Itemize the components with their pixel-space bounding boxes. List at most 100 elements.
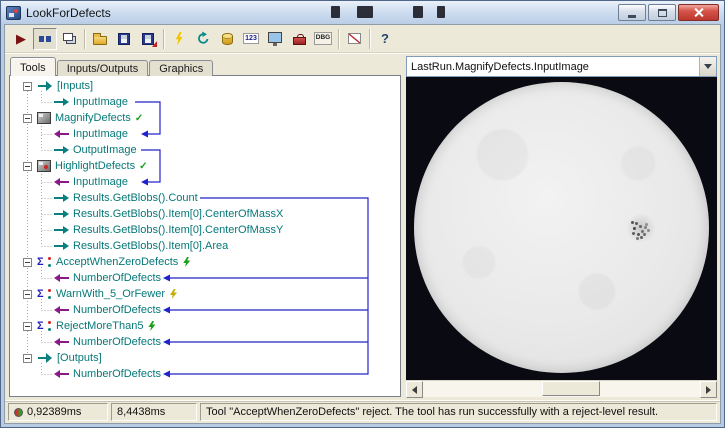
terminal-label: NumberOfDefects <box>73 336 162 348</box>
timer-icon <box>14 407 23 417</box>
scroll-left-button[interactable] <box>406 381 423 398</box>
tree-node-acceptwhenzerodefects[interactable]: Σ AcceptWhenZeroDefects <box>10 254 400 270</box>
output-arrow-icon <box>54 209 69 219</box>
collapse-icon[interactable] <box>23 161 32 171</box>
tree-node-rejectmorethan5[interactable]: Σ RejectMoreThan5 <box>10 318 400 334</box>
tree-node-warnwith5orfewer[interactable]: Σ WarnWith_5_OrFewer <box>10 286 400 302</box>
tab-graphics[interactable]: Graphics <box>149 60 214 76</box>
tree-node-highlightdefects[interactable]: HighlightDefects ✓ <box>10 158 400 174</box>
tab-tools[interactable]: Tools <box>10 57 56 76</box>
input-arrow-icon <box>54 369 69 379</box>
profile-button[interactable] <box>342 28 366 50</box>
title-bar[interactable]: LookForDefects <box>1 1 724 24</box>
combobox-dropdown-button[interactable] <box>699 57 716 76</box>
tree-node-outputs[interactable]: [Outputs] <box>10 350 400 366</box>
show-windows-button[interactable] <box>57 28 81 50</box>
toolbox-icon <box>292 34 306 45</box>
image-tool-icon <box>37 160 51 172</box>
help-button[interactable]: ? <box>373 28 397 50</box>
tree-terminal[interactable]: NumberOfDefects <box>10 270 400 286</box>
numeric-123-icon: 123 <box>243 33 259 44</box>
image-source-combobox[interactable]: LastRun.MagnifyDefects.InputImage <box>406 56 717 77</box>
chevron-down-icon <box>704 64 712 69</box>
tree-terminal[interactable]: NumberOfDefects <box>10 302 400 318</box>
screen-artifact <box>413 6 423 18</box>
tree-terminal[interactable]: Results.GetBlobs().Item[0].CenterOfMassY <box>10 222 400 238</box>
screen-artifact <box>331 6 340 18</box>
collapse-icon[interactable] <box>23 353 32 363</box>
timing-value-2: 8,4438ms <box>117 406 166 418</box>
refresh-button[interactable] <box>191 28 215 50</box>
tree-node-label: [Inputs] <box>57 80 94 92</box>
tree-terminal[interactable]: Results.GetBlobs().Item[0].CenterOfMassX <box>10 206 400 222</box>
terminal-label: InputImage <box>73 176 129 188</box>
save-image-button[interactable] <box>136 28 160 50</box>
output-arrow-icon <box>54 241 69 251</box>
reset-button[interactable] <box>167 28 191 50</box>
screen-artifact <box>357 6 373 18</box>
tree-terminal[interactable]: InputImage <box>10 174 400 190</box>
image-hscrollbar[interactable] <box>406 380 717 398</box>
scrollbar-thumb[interactable] <box>542 381 601 396</box>
save-job-button[interactable] <box>112 28 136 50</box>
terminal-label: NumberOfDefects <box>73 368 162 380</box>
close-icon <box>694 8 703 17</box>
terminal-label: OutputImage <box>73 144 137 156</box>
defect-blob-cluster <box>630 220 634 224</box>
tree-node-label: [Outputs] <box>57 352 102 364</box>
tree-node-label: MagnifyDefects <box>55 112 131 124</box>
database-button[interactable] <box>215 28 239 50</box>
tree-terminal[interactable]: Results.GetBlobs().Item[0].Area <box>10 238 400 254</box>
collapse-icon[interactable] <box>23 321 32 331</box>
lightning-icon <box>175 31 183 46</box>
tab-strip: Tools Inputs/Outputs Graphics <box>9 56 401 76</box>
scroll-left-icon <box>412 385 417 394</box>
tab-inputs-outputs[interactable]: Inputs/Outputs <box>56 60 149 76</box>
tool-options-button[interactable] <box>287 28 311 50</box>
terminal-label: NumberOfDefects <box>73 304 162 316</box>
status-badge: ✓ <box>134 112 144 124</box>
tree-node-magnifydefects[interactable]: MagnifyDefects ✓ <box>10 110 400 126</box>
tree-terminal[interactable]: Results.GetBlobs().Count <box>10 190 400 206</box>
outputs-block-icon <box>37 352 53 364</box>
collapse-icon[interactable] <box>23 257 32 267</box>
input-arrow-icon <box>54 129 69 139</box>
tool-tree-panel[interactable]: [Inputs] InputImage MagnifyDefects ✓ Inp… <box>9 75 401 397</box>
posted-values-button[interactable]: 123 <box>239 28 263 50</box>
close-button[interactable] <box>678 4 719 21</box>
debug-button[interactable]: DBG <box>311 28 335 50</box>
tree-node-inputs[interactable]: [Inputs] <box>10 78 400 94</box>
input-arrow-icon <box>54 337 69 347</box>
tree-terminal[interactable]: OutputImage <box>10 142 400 158</box>
run-continuous-button[interactable] <box>33 27 57 50</box>
toolbar-separator <box>338 28 339 49</box>
open-job-button[interactable] <box>88 28 112 50</box>
terminal-label: NumberOfDefects <box>73 272 162 284</box>
tree-terminal[interactable]: NumberOfDefects <box>10 366 400 382</box>
collapse-icon[interactable] <box>23 81 32 91</box>
tree-terminal[interactable]: InputImage <box>10 94 400 110</box>
collapse-icon[interactable] <box>23 113 32 123</box>
output-arrow-icon <box>54 225 69 235</box>
maximize-button[interactable] <box>648 4 676 21</box>
run-job-button[interactable]: ▶ <box>9 28 33 50</box>
save-icon <box>118 32 130 45</box>
terminal-label: InputImage <box>73 128 129 140</box>
terminal-label: Results.GetBlobs().Item[0].Area <box>73 240 229 252</box>
app-icon <box>6 5 21 20</box>
tree-terminal[interactable]: InputImage <box>10 126 400 142</box>
image-display[interactable] <box>406 77 717 380</box>
output-arrow-icon <box>54 97 69 107</box>
image-display-button[interactable] <box>263 28 287 50</box>
scroll-right-button[interactable] <box>700 381 717 398</box>
scrollbar-track[interactable] <box>423 381 700 397</box>
tree-node-label: WarnWith_5_OrFewer <box>56 288 166 300</box>
collapse-icon[interactable] <box>23 289 32 299</box>
status-badge: ✓ <box>139 160 148 172</box>
debug-icon: DBG <box>313 32 333 45</box>
inputs-block-icon <box>37 80 53 92</box>
minimize-button[interactable] <box>618 4 646 21</box>
terminal-label: InputImage <box>73 96 129 108</box>
terminal-label: Results.GetBlobs().Item[0].CenterOfMassX <box>73 208 284 220</box>
tree-terminal[interactable]: NumberOfDefects <box>10 334 400 350</box>
